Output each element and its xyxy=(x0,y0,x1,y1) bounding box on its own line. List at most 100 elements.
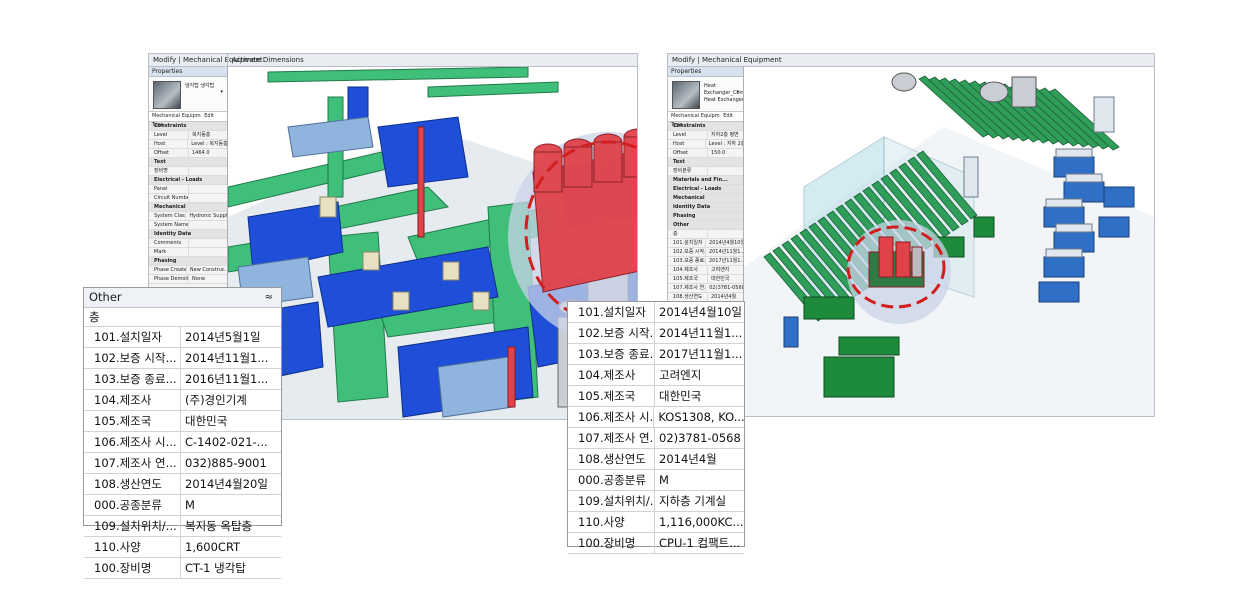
table-row[interactable]: 108.생산연도 2014년4월20일 xyxy=(84,474,281,495)
property-value[interactable]: Hydronic Supply xyxy=(186,212,227,220)
table-row[interactable]: 103.보증 종료... 2016년11월1... xyxy=(84,369,281,390)
property-row[interactable]: 102.보증 시작... 2014년11월1... xyxy=(668,248,743,257)
property-row[interactable]: 103.보증 종료... 2017년11월1... xyxy=(668,257,743,266)
table-row[interactable]: 106.제조사 시... C-1402-021-... xyxy=(84,432,281,453)
table-value[interactable]: 032)885-9001 xyxy=(181,453,267,473)
property-category[interactable]: Mechanical xyxy=(668,194,743,203)
property-row[interactable]: 105.제조국 대한민국 xyxy=(668,275,743,284)
property-row[interactable]: Panel xyxy=(149,185,227,194)
property-row[interactable]: Mark xyxy=(149,248,227,257)
table-value[interactable]: 대한민국 xyxy=(655,386,701,406)
property-value[interactable]: None xyxy=(189,275,205,283)
table-value[interactable]: 2017년11월1... xyxy=(655,344,742,364)
property-value[interactable]: 2014년4월 xyxy=(708,293,736,301)
property-category[interactable]: Other xyxy=(668,221,743,230)
property-category[interactable]: Constraints xyxy=(668,122,743,131)
property-category[interactable]: Materials and Fin... xyxy=(668,176,743,185)
right-type-dropdown-icon[interactable]: ▾ xyxy=(736,89,739,95)
property-value[interactable] xyxy=(189,239,192,247)
table-row[interactable]: 100.장비명 CPU-1 컴팩트... xyxy=(568,533,744,554)
table-row[interactable]: 104.제조사 고려엔지 xyxy=(568,365,744,386)
property-category[interactable]: Electrical - Loads xyxy=(668,185,743,194)
property-value[interactable]: 2014년11월1... xyxy=(706,248,743,256)
property-row[interactable]: System Name xyxy=(149,221,227,230)
table-value[interactable]: 복지동 옥탑층 xyxy=(181,516,252,536)
property-row[interactable]: Comments xyxy=(149,239,227,248)
table-value[interactable]: 1,600CRT xyxy=(181,537,240,557)
property-category[interactable]: Constraints xyxy=(149,122,227,131)
property-value[interactable]: 02)3781-0568 xyxy=(706,284,743,292)
right-instance-filter[interactable]: Mechanical Equipm Edit Type xyxy=(668,112,743,128)
table-value[interactable]: 2016년11월1... xyxy=(181,369,268,389)
property-value[interactable]: 1464.0 xyxy=(189,149,210,157)
left-activate-dimensions-tab[interactable]: Activate Dimensions xyxy=(227,54,308,66)
property-category[interactable]: Text xyxy=(668,158,743,167)
table-value[interactable]: CPU-1 컴팩트... xyxy=(655,533,740,553)
table-value[interactable]: 2014년4월20일 xyxy=(181,474,268,494)
table-row[interactable]: 101.설치일자 2014년5월1일 xyxy=(84,327,281,348)
property-category[interactable]: Electrical - Loads xyxy=(149,176,227,185)
table-row[interactable]: 108.생산연도 2014년4월 xyxy=(568,449,744,470)
table-value[interactable]: 2014년11월1... xyxy=(655,323,742,343)
property-row[interactable]: 107.제조사 연... 02)3781-0568 xyxy=(668,284,743,293)
collapse-chevron-icon[interactable]: ≈ xyxy=(265,288,273,307)
property-row[interactable]: Phase Demolis...None xyxy=(149,275,227,284)
property-row[interactable]: Level 복지동층 xyxy=(149,131,227,140)
table-row[interactable]: 100.장비명 CT-1 냉각탑 xyxy=(84,558,281,579)
table-row[interactable]: 107.제조사 연... 032)885-9001 xyxy=(84,453,281,474)
table-value[interactable]: 대한민국 xyxy=(181,411,227,431)
right-modify-tab[interactable]: Modify | Mechanical Equipment xyxy=(668,56,786,64)
property-value[interactable]: 150.0 xyxy=(708,149,725,157)
table-row[interactable]: 105.제조국 대한민국 xyxy=(568,386,744,407)
table-row[interactable]: 107.제조사 연... 02)3781-0568 xyxy=(568,428,744,449)
table-row[interactable]: 106.제조사 시... KOS1308, KO... xyxy=(568,407,744,428)
table-value[interactable]: 1,116,000KC... xyxy=(655,512,743,532)
table-value[interactable]: CT-1 냉각탑 xyxy=(181,558,246,578)
table-value[interactable]: 2014년4월10일 xyxy=(655,302,742,322)
table-row[interactable]: 110.사양 1,116,000KC... xyxy=(568,512,744,533)
property-row[interactable]: Offset 1464.0 xyxy=(149,149,227,158)
table-row[interactable]: 109.설치위치/... 복지동 옥탑층 xyxy=(84,516,281,537)
property-row[interactable]: Phase Created New Construc... xyxy=(149,266,227,275)
table-row[interactable]: 110.사양 1,600CRT xyxy=(84,537,281,558)
table-row[interactable]: 000.공종분류 M xyxy=(568,470,744,491)
table-value[interactable]: M xyxy=(655,470,669,490)
table-value[interactable]: M xyxy=(181,495,195,515)
property-value[interactable]: Level : 복지동층 xyxy=(188,140,227,148)
table-row[interactable]: 102.보증 시작... 2014년11월1... xyxy=(568,323,744,344)
left-type-dropdown-icon[interactable]: ▾ xyxy=(220,89,223,95)
table-value[interactable]: (주)경인기계 xyxy=(181,390,247,410)
table-value[interactable]: 2014년5월1일 xyxy=(181,327,261,347)
property-value[interactable]: 고려엔지 xyxy=(708,266,729,274)
property-row[interactable]: 층 xyxy=(668,230,743,239)
property-value[interactable]: Level : 지하 2층 xyxy=(706,140,743,148)
property-value[interactable]: 2017년11월1... xyxy=(706,257,743,265)
property-category[interactable]: Text xyxy=(149,158,227,167)
table-value[interactable]: 02)3781-0568 xyxy=(655,428,741,448)
property-category[interactable]: Mechanical xyxy=(149,203,227,212)
property-value[interactable] xyxy=(708,167,711,175)
property-row[interactable]: 장비명 xyxy=(149,167,227,176)
property-value[interactable] xyxy=(189,221,192,229)
table-row[interactable]: 101.설치일자 2014년4월10일 xyxy=(568,302,744,323)
property-row[interactable]: Host Level : 복지동층 xyxy=(149,140,227,149)
property-row[interactable]: System Classif...Hydronic Supply xyxy=(149,212,227,221)
property-row[interactable]: Level 지하2층 평면 xyxy=(668,131,743,140)
property-category[interactable]: Identity Data xyxy=(668,203,743,212)
table-value[interactable]: 고려엔지 xyxy=(655,365,701,385)
table-row[interactable]: 109.설치위치/... 지하층 기계실 xyxy=(568,491,744,512)
property-category[interactable]: Identity Data xyxy=(149,230,227,239)
left-type-selector[interactable]: 냉각탑 냉각탑 ▾ xyxy=(149,77,227,112)
table-row[interactable]: 105.제조국 대한민국 xyxy=(84,411,281,432)
table-row[interactable]: 103.보증 종료... 2017년11월1... xyxy=(568,344,744,365)
right-type-selector[interactable]: Heat Exchanger_Compact_... Heat Exchange… xyxy=(668,77,743,112)
property-value[interactable]: 지하2층 평면 xyxy=(708,131,739,139)
table-row[interactable]: 000.공종분류 M xyxy=(84,495,281,516)
property-category[interactable]: Phasing xyxy=(668,212,743,221)
property-value[interactable]: New Construc... xyxy=(187,266,227,274)
table-row[interactable]: 102.보증 시작... 2014년11월1... xyxy=(84,348,281,369)
table-value[interactable]: KOS1308, KO... xyxy=(654,407,744,427)
property-value[interactable] xyxy=(189,167,192,175)
property-value[interactable] xyxy=(189,185,192,193)
table-value[interactable]: 2014년4월 xyxy=(655,449,717,469)
